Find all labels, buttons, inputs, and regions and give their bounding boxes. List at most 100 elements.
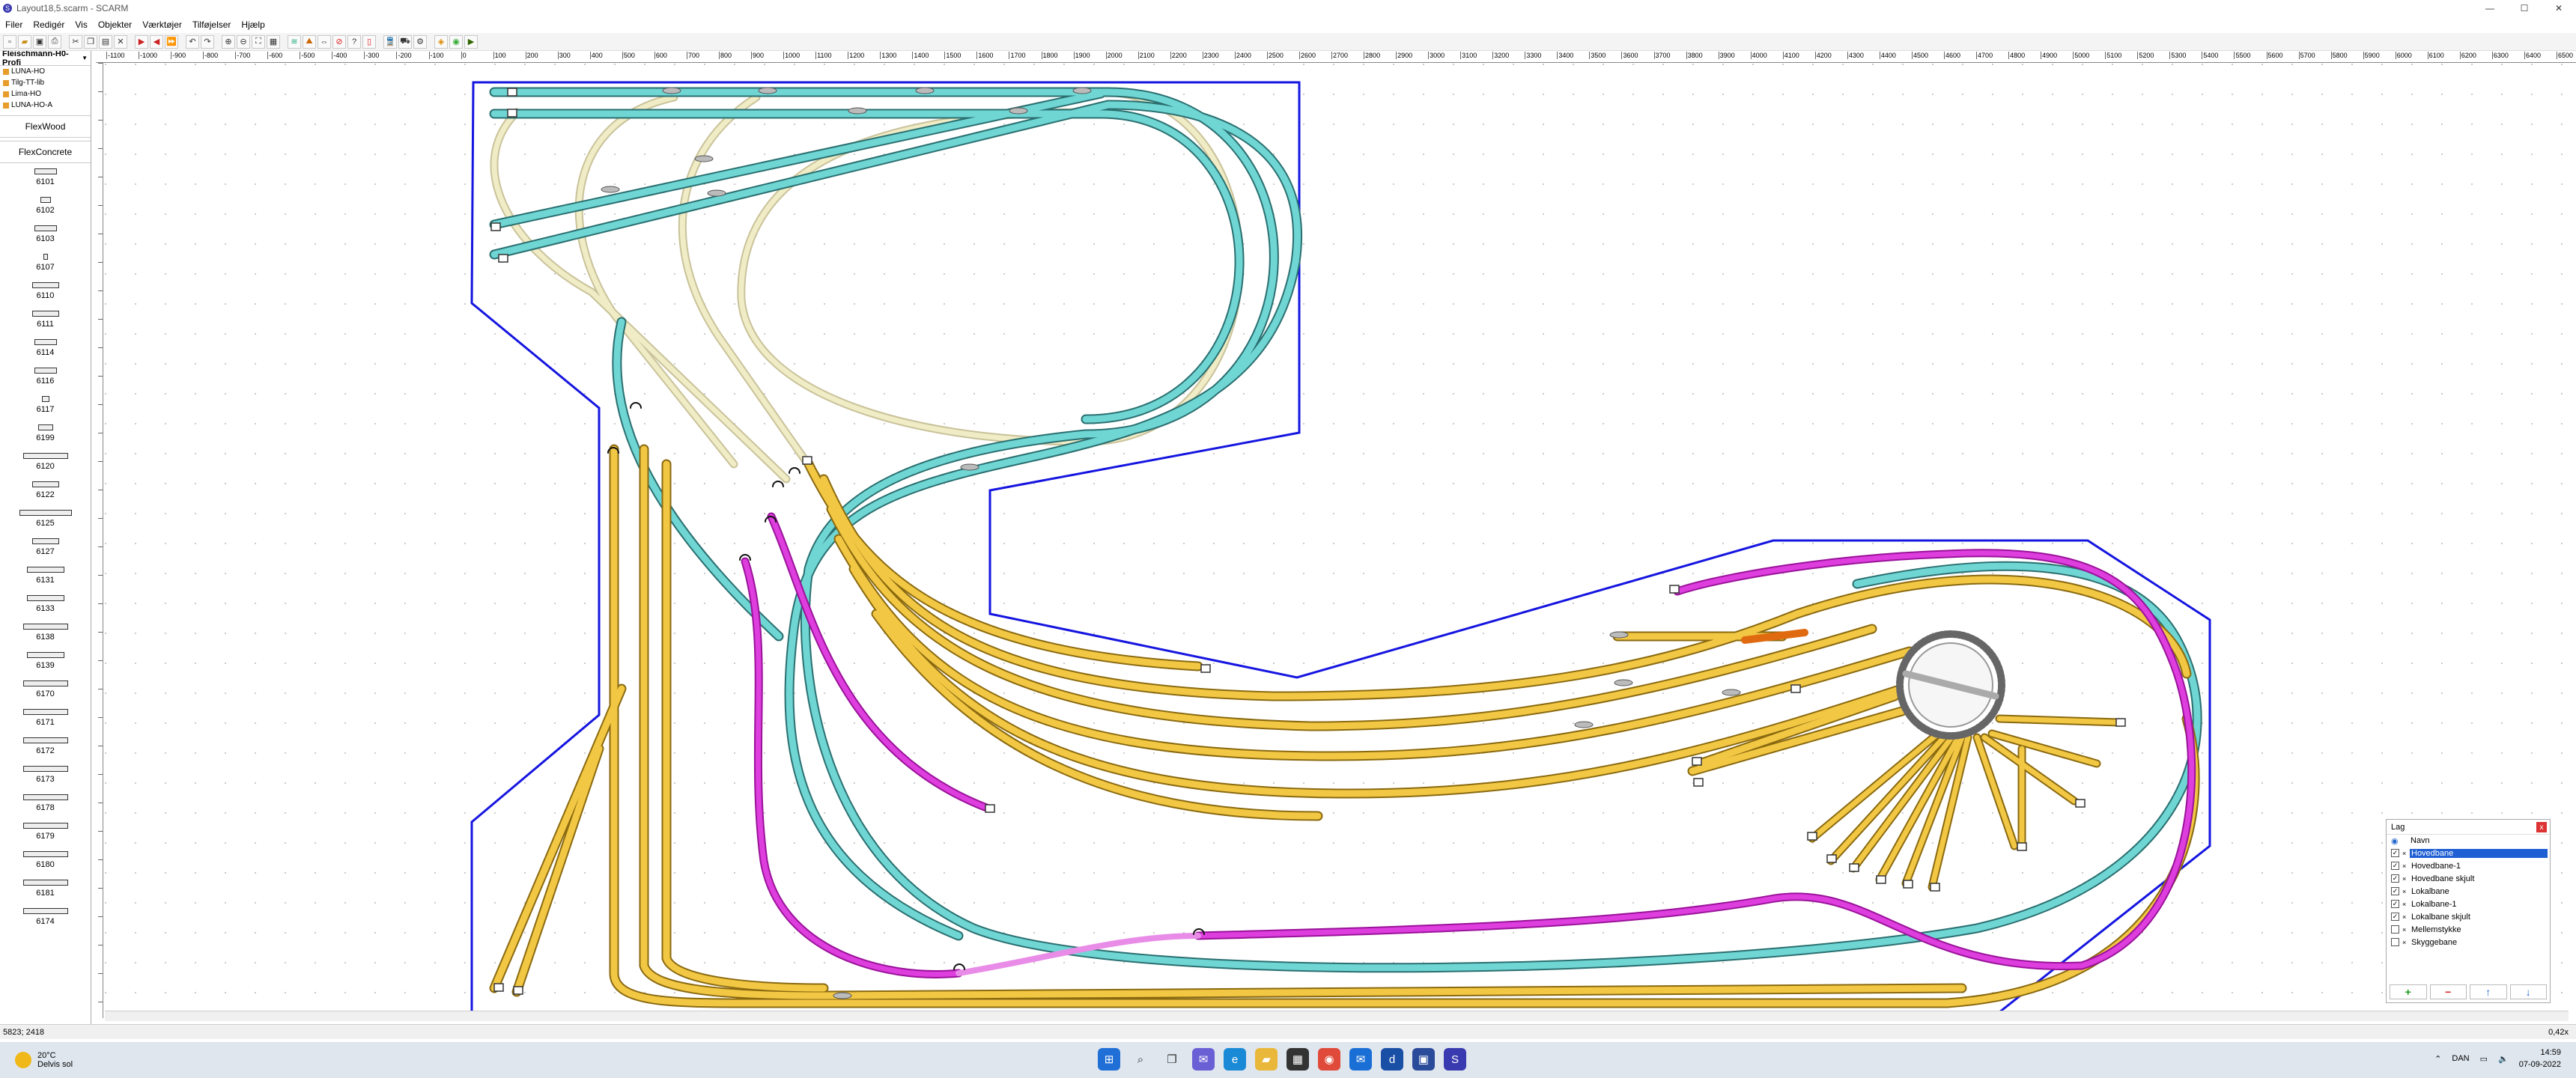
layer-row[interactable]: ✓ × Hovedbane skjult bbox=[2387, 872, 2550, 885]
close-icon[interactable]: x bbox=[2536, 822, 2547, 832]
part-item[interactable]: 6107 bbox=[0, 249, 91, 277]
dropbox-icon[interactable]: d bbox=[1381, 1048, 1403, 1071]
zoom-fit-icon[interactable]: ⛶ bbox=[252, 34, 265, 49]
layer-visibility-checkbox[interactable]: ✓ bbox=[2391, 887, 2399, 895]
delete-icon[interactable]: ✕ bbox=[114, 34, 127, 49]
close-button[interactable]: ✕ bbox=[2542, 0, 2576, 16]
menu-hjaelp[interactable]: Hjælp bbox=[236, 19, 270, 30]
remove-layer-button[interactable]: − bbox=[2429, 984, 2467, 999]
app-window-icon[interactable]: ▣ bbox=[1412, 1048, 1435, 1071]
layer-visibility-checkbox[interactable]: ✓ bbox=[2391, 913, 2399, 921]
part-item[interactable]: 6101 bbox=[0, 163, 91, 192]
part-item[interactable]: 6172 bbox=[0, 732, 91, 761]
language-indicator[interactable]: DAN bbox=[2452, 1054, 2469, 1063]
part-item[interactable]: 6102 bbox=[0, 192, 91, 220]
3d-view-icon[interactable]: ◈ bbox=[434, 34, 448, 49]
library-item[interactable]: LUNA-HO-A bbox=[0, 100, 91, 111]
zoom-out-icon[interactable]: ⊖ bbox=[237, 34, 250, 49]
edge-icon[interactable]: e bbox=[1224, 1048, 1246, 1071]
layer-row[interactable]: ✓ × Lokalbane-1 bbox=[2387, 898, 2550, 910]
file-explorer-icon[interactable]: ▰ bbox=[1255, 1048, 1278, 1071]
measure-icon[interactable]: ⇔ bbox=[318, 34, 331, 49]
flexconcrete-button[interactable]: FlexConcrete bbox=[0, 141, 91, 163]
part-item[interactable]: 6110 bbox=[0, 277, 91, 305]
redo-icon[interactable]: ↷ bbox=[201, 34, 214, 49]
layer-visibility-checkbox[interactable]: ✓ bbox=[2391, 849, 2399, 857]
layer-lock-icon[interactable]: × bbox=[2402, 926, 2410, 934]
rewind-icon[interactable]: ◀ bbox=[150, 34, 163, 49]
part-item[interactable]: 6170 bbox=[0, 675, 91, 704]
zoom-in-icon[interactable]: ⊕ bbox=[222, 34, 235, 49]
task-view-icon[interactable]: ❐ bbox=[1161, 1048, 1183, 1071]
part-item[interactable]: 6180 bbox=[0, 846, 91, 874]
help-icon[interactable]: ? bbox=[347, 34, 361, 49]
part-item[interactable]: 6173 bbox=[0, 761, 91, 789]
horizontal-scrollbar[interactable] bbox=[105, 1011, 2569, 1021]
fast-forward-icon[interactable]: ⏩ bbox=[165, 34, 178, 49]
print-icon[interactable]: ⎙ bbox=[48, 34, 61, 49]
simulation-icon[interactable]: ◉ bbox=[449, 34, 463, 49]
mail-icon[interactable]: ✉ bbox=[1349, 1048, 1372, 1071]
teams-chat-icon[interactable]: ✉ bbox=[1192, 1048, 1215, 1071]
library-selector[interactable]: Fleischmann-H0-Profi ▼ bbox=[0, 51, 91, 67]
layer-row[interactable]: ✓ × Lokalbane skjult bbox=[2387, 910, 2550, 923]
menu-objekter[interactable]: Objekter bbox=[93, 19, 137, 30]
undo-icon[interactable]: ↶ bbox=[186, 34, 199, 49]
library-item[interactable]: LUNA-HO bbox=[0, 66, 91, 77]
part-item[interactable]: 6174 bbox=[0, 903, 91, 931]
part-item[interactable]: 6127 bbox=[0, 533, 91, 561]
layer-lock-icon[interactable]: × bbox=[2402, 850, 2410, 857]
scenery-icon[interactable]: ⛰ bbox=[303, 34, 316, 49]
layer-row[interactable]: ✓ × Hovedbane bbox=[2387, 847, 2550, 859]
zoom-window-icon[interactable]: ▦ bbox=[267, 34, 280, 49]
layer-row[interactable]: × Mellemstykke bbox=[2387, 923, 2550, 936]
part-item[interactable]: 6179 bbox=[0, 817, 91, 846]
add-layer-button[interactable]: + bbox=[2390, 984, 2427, 999]
clock[interactable]: 14:59 07-09-2022 bbox=[2519, 1047, 2561, 1071]
move-layer-up-button[interactable]: ↑ bbox=[2470, 984, 2507, 999]
part-item[interactable]: 6181 bbox=[0, 874, 91, 903]
part-item[interactable]: 6117 bbox=[0, 391, 91, 419]
play-icon[interactable]: ▶ bbox=[135, 34, 148, 49]
open-folder-icon[interactable]: ▰ bbox=[18, 34, 31, 49]
layer-row[interactable]: × Skyggebane bbox=[2387, 936, 2550, 948]
layer-lock-icon[interactable]: × bbox=[2402, 888, 2410, 895]
weather-widget[interactable]: 20°C Delvis sol bbox=[15, 1051, 73, 1069]
part-item[interactable]: 6103 bbox=[0, 220, 91, 249]
layout-canvas[interactable] bbox=[105, 64, 2576, 1011]
layer-lock-icon[interactable]: × bbox=[2402, 875, 2410, 883]
layer-row[interactable]: ✓ × Lokalbane bbox=[2387, 885, 2550, 898]
train-icon[interactable]: 🚆 bbox=[383, 34, 397, 49]
stop-icon[interactable]: ⊘ bbox=[332, 34, 346, 49]
layer-lock-icon[interactable]: × bbox=[2402, 901, 2410, 908]
chevron-up-icon[interactable]: ⌃ bbox=[2434, 1054, 2441, 1064]
volume-icon[interactable]: 🔈 bbox=[2498, 1054, 2509, 1064]
part-item[interactable]: 6199 bbox=[0, 419, 91, 448]
new-file-icon[interactable]: ▫ bbox=[3, 34, 16, 49]
part-item[interactable]: 6178 bbox=[0, 789, 91, 817]
move-layer-down-button[interactable]: ↓ bbox=[2509, 984, 2547, 999]
locomotive-icon[interactable]: ⛟ bbox=[398, 34, 412, 49]
paste-icon[interactable]: ▤ bbox=[99, 34, 112, 49]
track-tools-icon[interactable]: ⚙ bbox=[413, 34, 427, 49]
layers-icon[interactable]: ≋ bbox=[288, 34, 301, 49]
menu-filer[interactable]: Filer bbox=[0, 19, 28, 30]
copy-icon[interactable]: ❐ bbox=[84, 34, 97, 49]
layer-visibility-checkbox[interactable]: ✓ bbox=[2391, 900, 2399, 908]
video-icon[interactable]: ▶ bbox=[464, 34, 478, 49]
minimize-button[interactable]: — bbox=[2473, 0, 2507, 16]
save-icon[interactable]: ▣ bbox=[33, 34, 46, 49]
marker-icon[interactable]: ▯ bbox=[362, 34, 376, 49]
part-item[interactable]: 6111 bbox=[0, 305, 91, 334]
menu-tilfojelser[interactable]: Tilføjelser bbox=[187, 19, 237, 30]
part-item[interactable]: 6133 bbox=[0, 590, 91, 618]
part-item[interactable]: 6114 bbox=[0, 334, 91, 362]
part-item[interactable]: 6120 bbox=[0, 448, 91, 476]
part-item[interactable]: 6116 bbox=[0, 362, 91, 391]
menu-vis[interactable]: Vis bbox=[70, 19, 92, 30]
search-icon[interactable]: ⌕ bbox=[1129, 1048, 1152, 1071]
layer-visibility-checkbox[interactable] bbox=[2391, 938, 2399, 946]
start-icon[interactable]: ⊞ bbox=[1098, 1048, 1120, 1071]
part-item[interactable]: 6131 bbox=[0, 561, 91, 590]
layer-lock-icon[interactable]: × bbox=[2402, 862, 2410, 870]
